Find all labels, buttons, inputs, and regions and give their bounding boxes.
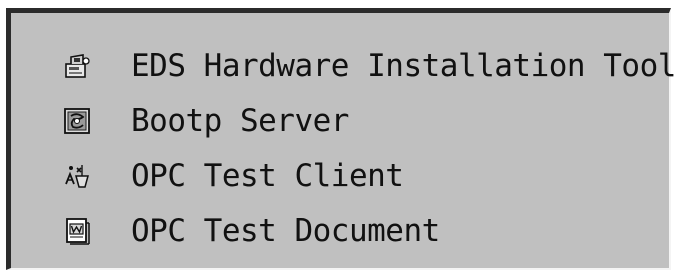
menu-item-bootp-server[interactable]: Bootp Server [63, 96, 349, 146]
opc-test-client-icon [63, 162, 91, 190]
menu-item-label: Bootp Server [131, 103, 349, 139]
hardware-install-icon [63, 52, 91, 80]
menu-item-label: OPC Test Document [131, 213, 440, 249]
menu-item-label: EDS Hardware Installation Tool [131, 48, 676, 84]
menu-item-opc-test-client[interactable]: OPC Test Client [63, 151, 404, 201]
menu-item-opc-test-document[interactable]: OPC Test Document [63, 206, 440, 256]
program-menu-panel: EDS Hardware Installation Tool Bootp Ser… [6, 8, 676, 270]
word-document-icon [63, 217, 91, 245]
menu-item-label: OPC Test Client [131, 158, 404, 194]
menu-item-eds-hardware-installation-tool[interactable]: EDS Hardware Installation Tool [63, 41, 676, 91]
bootp-server-icon [63, 107, 91, 135]
